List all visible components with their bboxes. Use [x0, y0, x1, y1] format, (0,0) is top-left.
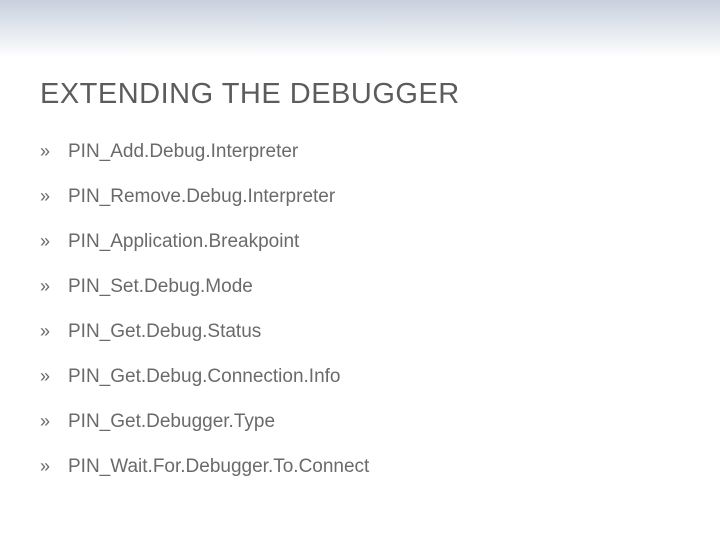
list-item: » PIN_Get.Debugger.Type — [40, 411, 680, 433]
bullet-icon: » — [40, 456, 68, 477]
bullet-icon: » — [40, 276, 68, 297]
bullet-icon: » — [40, 141, 68, 162]
bullet-icon: » — [40, 186, 68, 207]
list-item-label: PIN_Get.Debugger.Type — [68, 411, 680, 433]
list-item-label: PIN_Add.Debug.Interpreter — [68, 141, 680, 163]
list-item: » PIN_Remove.Debug.Interpreter — [40, 186, 680, 208]
bullet-icon: » — [40, 231, 68, 252]
list-item: » PIN_Add.Debug.Interpreter — [40, 141, 680, 163]
list-item-label: PIN_Application.Breakpoint — [68, 231, 680, 253]
api-list: » PIN_Add.Debug.Interpreter » PIN_Remove… — [40, 141, 680, 478]
list-item-label: PIN_Remove.Debug.Interpreter — [68, 186, 680, 208]
slide-title: EXTENDING THE DEBUGGER — [40, 78, 680, 111]
list-item: » PIN_Application.Breakpoint — [40, 231, 680, 253]
list-item-label: PIN_Get.Debug.Connection.Info — [68, 366, 680, 388]
bullet-icon: » — [40, 321, 68, 342]
list-item: » PIN_Get.Debug.Status — [40, 321, 680, 343]
list-item-label: PIN_Set.Debug.Mode — [68, 276, 680, 298]
slide-content: EXTENDING THE DEBUGGER » PIN_Add.Debug.I… — [40, 78, 680, 501]
list-item: » PIN_Get.Debug.Connection.Info — [40, 366, 680, 388]
list-item-label: PIN_Wait.For.Debugger.To.Connect — [68, 456, 680, 478]
header-gradient — [0, 0, 720, 58]
list-item-label: PIN_Get.Debug.Status — [68, 321, 680, 343]
list-item: » PIN_Set.Debug.Mode — [40, 276, 680, 298]
bullet-icon: » — [40, 366, 68, 387]
list-item: » PIN_Wait.For.Debugger.To.Connect — [40, 456, 680, 478]
bullet-icon: » — [40, 411, 68, 432]
